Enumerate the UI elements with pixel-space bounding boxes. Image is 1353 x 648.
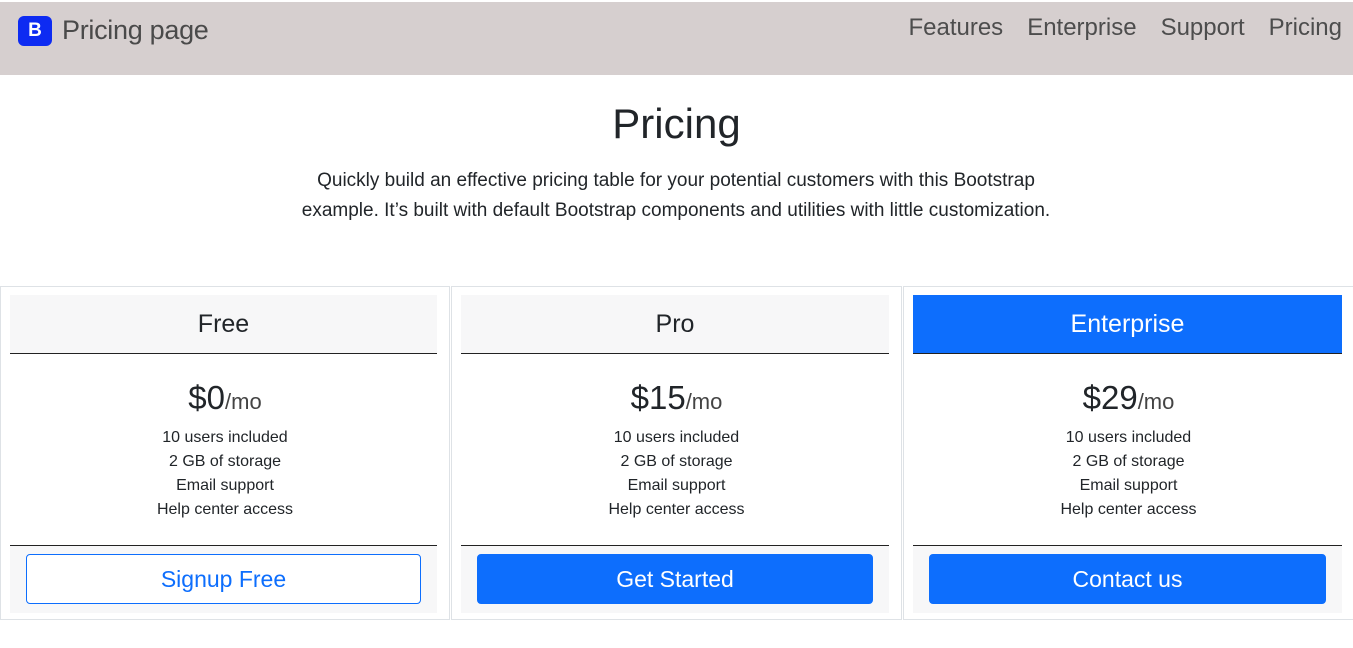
pricing-card-enterprise: Enterprise $29/mo 10 users included 2 GB… [903, 286, 1353, 620]
contact-us-button[interactable]: Contact us [929, 554, 1326, 604]
nav-link-support[interactable]: Support [1161, 14, 1245, 42]
nav-link-enterprise[interactable]: Enterprise [1027, 14, 1136, 42]
card-footer: Signup Free [10, 545, 437, 613]
price-period: /mo [685, 389, 723, 414]
feature-item: 10 users included [162, 429, 288, 446]
bootstrap-logo-icon: B [18, 15, 52, 46]
feature-item: Help center access [608, 501, 745, 518]
signup-free-button[interactable]: Signup Free [26, 554, 421, 604]
price-period: /mo [225, 389, 262, 414]
plan-name: Pro [461, 295, 889, 354]
price-amount: $0 [188, 379, 226, 416]
nav-link-features[interactable]: Features [908, 14, 1003, 42]
feature-item: Help center access [156, 501, 294, 518]
price-amount: $29 [1082, 379, 1138, 416]
feature-item: 10 users included [613, 429, 740, 446]
brand-title: Pricing page [62, 15, 209, 45]
brand[interactable]: B Pricing page [18, 15, 209, 46]
page-lead: Quickly build an effective pricing table… [301, 170, 1051, 221]
card-footer: Get Started [461, 545, 889, 613]
pricing-card-free: Free $0/mo 10 users included 2 GB of sto… [0, 286, 450, 620]
nav-links: Features Enterprise Support Pricing [884, 14, 1342, 42]
pricing-card-pro: Pro $15/mo 10 users included 2 GB of sto… [451, 286, 902, 620]
feature-item: Help center access [1060, 501, 1197, 518]
plan-name: Free [10, 295, 437, 354]
feature-item: Email support [176, 477, 274, 494]
nav-link-pricing[interactable]: Pricing [1269, 14, 1342, 42]
feature-item: 2 GB of storage [1072, 453, 1185, 470]
feature-item: 10 users included [1065, 429, 1192, 446]
feature-list: 10 users included 2 GB of storage Email … [452, 426, 901, 522]
feature-list: 10 users included 2 GB of storage Email … [1, 426, 449, 522]
feature-list: 10 users included 2 GB of storage Email … [904, 426, 1353, 522]
get-started-button[interactable]: Get Started [477, 554, 873, 604]
plan-price: $0/mo [1, 379, 449, 417]
top-navbar: B Pricing page Features Enterprise Suppo… [0, 2, 1353, 75]
price-amount: $15 [630, 379, 686, 416]
price-period: /mo [1137, 389, 1175, 414]
card-footer: Contact us [913, 545, 1342, 613]
feature-item: 2 GB of storage [168, 453, 282, 470]
page-title: Pricing [612, 100, 741, 147]
plan-price: $29/mo [904, 379, 1353, 417]
feature-item: Email support [627, 477, 726, 494]
feature-item: Email support [1079, 477, 1178, 494]
feature-item: 2 GB of storage [620, 453, 733, 470]
plan-price: $15/mo [452, 379, 901, 417]
plan-name: Enterprise [913, 295, 1342, 354]
